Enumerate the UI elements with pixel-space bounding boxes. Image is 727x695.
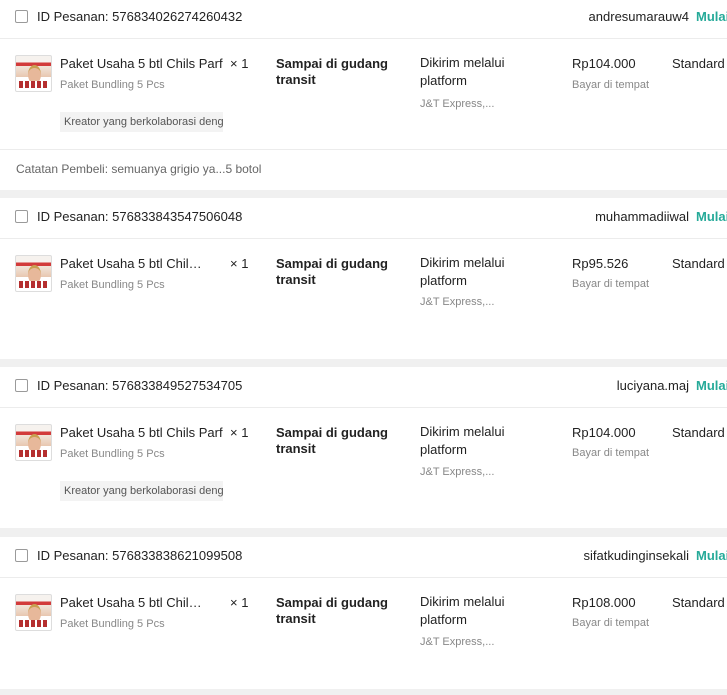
product-thumbnail[interactable] bbox=[15, 255, 52, 292]
shipping-method: Dikirim melalui platform bbox=[420, 255, 505, 288]
payment-method: Bayar di tempat bbox=[572, 447, 650, 459]
select-order-checkbox[interactable] bbox=[15, 549, 28, 562]
buyer-username[interactable]: andresumarauw4 bbox=[589, 9, 689, 24]
shipping-type: Standard bbox=[672, 256, 725, 271]
payment-method: Bayar di tempat bbox=[572, 79, 650, 91]
creator-collab-tag: Kreator yang berkolaborasi dengan bbox=[60, 481, 223, 501]
shipping-type: Standard bbox=[672, 595, 725, 610]
order-header: ID Pesanan: 576833843547506048 muhammadi… bbox=[0, 198, 727, 239]
product-variation: Paket Bundling 5 Pcs bbox=[60, 79, 165, 91]
payment-method: Bayar di tempat bbox=[572, 278, 650, 290]
product-quantity: × 1 bbox=[230, 256, 249, 271]
order-status: Sampai di gudang transit bbox=[276, 595, 388, 626]
buyer-note-text: Catatan Pembeli: semuanya grigio ya...5 … bbox=[16, 162, 262, 176]
product-variation: Paket Bundling 5 Pcs bbox=[60, 448, 165, 460]
order-total: Rp104.000 bbox=[572, 425, 636, 440]
order-total: Rp104.000 bbox=[572, 56, 636, 71]
buyer-note: Catatan Pembeli: semuanya grigio ya...5 … bbox=[0, 149, 727, 190]
order-header: ID Pesanan: 576833849527534705 luciyana.… bbox=[0, 367, 727, 408]
order-total: Rp95.526 bbox=[572, 256, 629, 271]
shipping-method: Dikirim melalui platform bbox=[420, 55, 505, 88]
product-thumbnail[interactable] bbox=[15, 55, 52, 92]
product-name[interactable]: Paket Usaha 5 btl Chils Parfum bbox=[60, 56, 223, 71]
product-thumbnail[interactable] bbox=[15, 594, 52, 631]
order-status: Sampai di gudang transit bbox=[276, 256, 388, 287]
start-chat-link[interactable]: Mulai bbox=[696, 9, 727, 24]
buyer-username[interactable]: muhammadiiwal bbox=[595, 209, 689, 224]
order-status: Sampai di gudang transit bbox=[276, 56, 388, 87]
order-header: ID Pesanan: 576833838621099508 sifatkudi… bbox=[0, 537, 727, 578]
product-name[interactable]: Paket Usaha 5 btl Chils Parfum bbox=[60, 425, 223, 440]
payment-method: Bayar di tempat bbox=[572, 617, 650, 629]
product-thumbnail[interactable] bbox=[15, 424, 52, 461]
order-status: Sampai di gudang transit bbox=[276, 425, 388, 456]
select-order-checkbox[interactable] bbox=[15, 210, 28, 223]
order-id: ID Pesanan: 576833849527534705 bbox=[37, 378, 243, 393]
shipping-method: Dikirim melalui platform bbox=[420, 594, 505, 627]
order-card: ID Pesanan: 576833838621099508 sifatkudi… bbox=[0, 537, 727, 689]
order-id: ID Pesanan: 576833838621099508 bbox=[37, 548, 243, 563]
start-chat-link[interactable]: Mulai bbox=[696, 209, 727, 224]
product-name[interactable]: Paket Usaha 5 btl Chils... bbox=[60, 256, 202, 271]
start-chat-link[interactable]: Mulai bbox=[696, 548, 727, 563]
shipping-type: Standard bbox=[672, 56, 725, 71]
start-chat-link[interactable]: Mulai bbox=[696, 378, 727, 393]
shipping-type: Standard bbox=[672, 425, 725, 440]
courier-name: J&T Express,... bbox=[420, 296, 495, 308]
product-variation: Paket Bundling 5 Pcs bbox=[60, 279, 165, 291]
courier-name: J&T Express,... bbox=[420, 466, 495, 478]
order-card: ID Pesanan: 576833843547506048 muhammadi… bbox=[0, 198, 727, 359]
order-id: ID Pesanan: 576833843547506048 bbox=[37, 209, 243, 224]
product-variation: Paket Bundling 5 Pcs bbox=[60, 618, 165, 630]
courier-name: J&T Express,... bbox=[420, 636, 495, 648]
product-quantity: × 1 bbox=[230, 425, 249, 440]
select-order-checkbox[interactable] bbox=[15, 379, 28, 392]
order-header: ID Pesanan: 576834026274260432 andresuma… bbox=[0, 0, 727, 39]
product-quantity: × 1 bbox=[230, 595, 249, 610]
order-card: ID Pesanan: 576834026274260432 andresuma… bbox=[0, 0, 727, 190]
select-order-checkbox[interactable] bbox=[15, 10, 28, 23]
product-quantity: × 1 bbox=[230, 56, 249, 71]
order-id: ID Pesanan: 576834026274260432 bbox=[37, 9, 243, 24]
product-name[interactable]: Paket Usaha 5 btl Chils... bbox=[60, 595, 202, 610]
buyer-username[interactable]: sifatkudinginsekali bbox=[583, 548, 689, 563]
buyer-username[interactable]: luciyana.maj bbox=[617, 378, 689, 393]
order-card: ID Pesanan: 576833849527534705 luciyana.… bbox=[0, 367, 727, 528]
creator-collab-tag: Kreator yang berkolaborasi dengan bbox=[60, 112, 223, 132]
shipping-method: Dikirim melalui platform bbox=[420, 424, 505, 457]
courier-name: J&T Express,... bbox=[420, 98, 495, 110]
order-total: Rp108.000 bbox=[572, 595, 636, 610]
